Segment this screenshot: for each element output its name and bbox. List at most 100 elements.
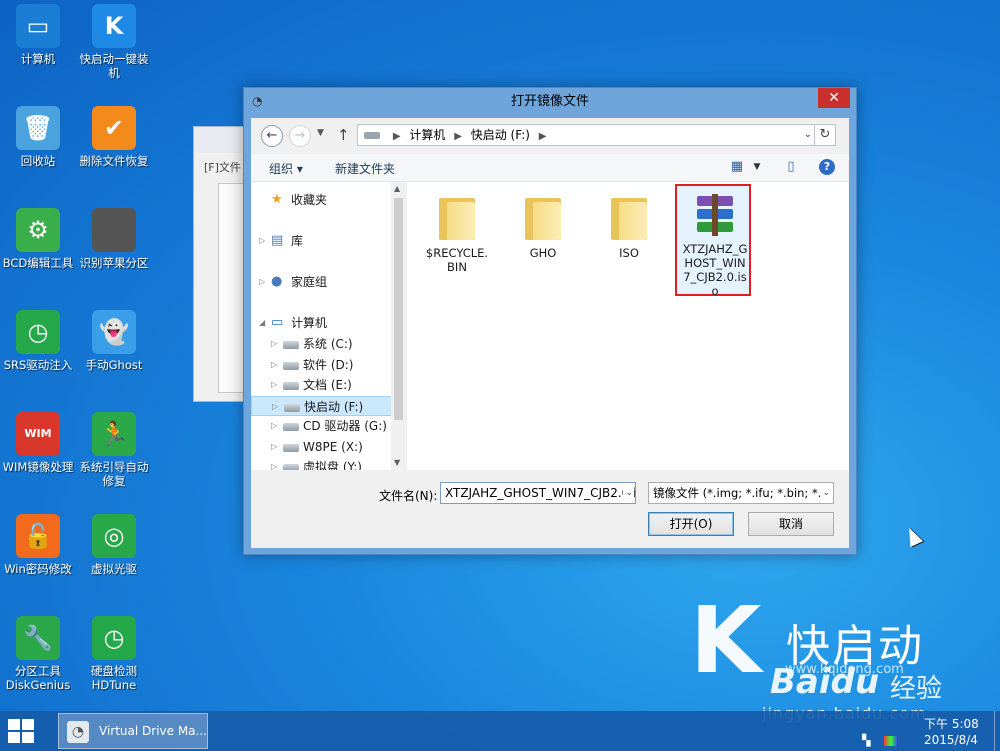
breadcrumb-drive-f[interactable]: 快启动 (F:) [471, 128, 530, 142]
forward-arrow-icon[interactable]: → [289, 125, 311, 147]
desktop-icon-label: BCD编辑工具 [2, 256, 74, 270]
file-item-2[interactable]: GHO [505, 188, 581, 260]
kqd-logo-k: K [690, 587, 762, 694]
file-item-1[interactable]: $RECYCLE.BIN [419, 188, 495, 274]
help-icon[interactable]: ? [819, 159, 835, 175]
file-item-3[interactable]: ISO [591, 188, 667, 260]
expand-arrow-icon[interactable]: ◢ [259, 313, 265, 333]
filetype-select[interactable]: 镜像文件 (*.img; *.ifu; *.bin; *. ⌄ [648, 482, 834, 504]
desktop-icon-14[interactable]: ◷ 硬盘检测HDTune [76, 616, 152, 692]
favorites-star-icon: ★ [271, 192, 283, 207]
expand-arrow-icon[interactable]: ▷ [272, 397, 278, 417]
expand-arrow-icon[interactable]: ▷ [271, 457, 277, 470]
desktop-icon-label: 计算机 [20, 52, 56, 66]
hdtune-icon: ◷ [92, 616, 136, 660]
expand-arrow-icon[interactable]: ▷ [271, 416, 277, 436]
clock-date[interactable]: 2015/8/4 [924, 733, 978, 747]
diskgenius-wrench-icon: 🔧 [16, 616, 60, 660]
address-row: ← → ▼ ↑ ▶ 计算机 ▶ 快启动 (F:) ▶ ⌄ ↻ [251, 118, 849, 154]
desktop-icon-13[interactable]: 🔧 分区工具DiskGenius [0, 616, 76, 692]
desktop-icon-label: WIM镜像处理 [2, 460, 74, 474]
drive-icon [284, 400, 300, 414]
desktop-icon-12[interactable]: ◎ 虚拟光驱 [76, 514, 152, 576]
nav-item-label: 文档 (E:) [303, 378, 352, 392]
windows-start-icon[interactable] [8, 719, 34, 743]
desktop-icon-9[interactable]: WIM WIM镜像处理 [0, 412, 76, 474]
expand-arrow-icon[interactable]: ▷ [259, 272, 265, 292]
desktop-icon-10[interactable]: 🏃 系统引导自动修复 [76, 412, 152, 488]
open-button[interactable]: 打开(O) [648, 512, 734, 536]
desktop-icon-3[interactable]: 🗑 回收站 [0, 106, 76, 168]
desktop-icon-4[interactable]: ✔ 删除文件恢复 [76, 106, 152, 168]
up-arrow-icon[interactable]: ↑ [337, 126, 350, 144]
wim-icon: WIM [16, 412, 60, 456]
baidu-logo: Baidu [770, 662, 880, 702]
scroll-down-icon[interactable]: ▼ [394, 458, 400, 467]
navigation-scrollbar[interactable]: ▲ ▼ [391, 182, 406, 470]
desktop-icon-11[interactable]: 🔓 Win密码修改 [0, 514, 76, 576]
expand-arrow-icon[interactable]: ▷ [271, 375, 277, 395]
filename-dropdown-chevron-icon[interactable]: ⌄ [623, 483, 633, 503]
nav-item-4[interactable]: ◢ ▭ 计算机 [251, 313, 405, 333]
background-window-tab[interactable]: [F]文件 [204, 159, 241, 175]
winrar-archive-icon [694, 194, 736, 236]
recent-locations-chevron-icon[interactable]: ▼ [317, 128, 324, 138]
nav-item-1[interactable]: ★ 收藏夹 [251, 190, 405, 210]
desktop-icon-8[interactable]: 👻 手动Ghost [76, 310, 152, 372]
nav-item-6[interactable]: ▷ 软件 (D:) [251, 355, 405, 375]
view-dropdown-chevron-icon[interactable]: ▼ [749, 159, 765, 175]
drive-icon [364, 132, 380, 139]
file-item-4[interactable]: XTZJAHZ_GHOST_WIN7_CJB2.0.iso [677, 188, 753, 298]
taskbar-virtual-drive[interactable]: ◔ Virtual Drive Ma... [58, 713, 208, 749]
expand-arrow-icon[interactable]: ▷ [259, 231, 265, 251]
view-mode-icon[interactable]: ▦ [729, 159, 745, 175]
close-button[interactable]: ✕ [818, 88, 850, 108]
scroll-up-icon[interactable]: ▲ [394, 184, 400, 193]
desktop-icon-label: 快启动一键装机 [79, 52, 149, 80]
desktop-icon-2[interactable]: K 快启动一键装机 [76, 4, 152, 80]
desktop-icon-7[interactable]: ◷ SRS驱动注入 [0, 310, 76, 372]
show-desktop-button[interactable] [994, 711, 1000, 751]
back-arrow-icon[interactable]: ← [261, 125, 283, 147]
new-folder-button[interactable]: 新建文件夹 [335, 160, 395, 177]
nav-item-3[interactable]: ▷ ● 家庭组 [251, 272, 405, 292]
desktop-icon-label: 系统引导自动修复 [79, 460, 149, 488]
address-history-chevron-icon[interactable]: ⌄ [804, 125, 812, 145]
desktop-icon-6[interactable]: 识别苹果分区 [76, 208, 152, 270]
nav-item-5[interactable]: ▷ 系统 (C:) [251, 334, 405, 354]
breadcrumb-computer[interactable]: 计算机 [409, 128, 445, 142]
clock-time[interactable]: 下午 5:08 [924, 715, 979, 732]
scrollbar-thumb[interactable] [394, 198, 403, 420]
srs-clock-icon: ◷ [16, 310, 60, 354]
filename-input[interactable]: XTZJAHZ_GHOST_WIN7_CJB2.0.iso ⌄ [440, 482, 636, 504]
refresh-icon[interactable]: ↻ [814, 124, 836, 146]
desktop-icon-5[interactable]: ⚙ BCD编辑工具 [0, 208, 76, 270]
nav-item-10[interactable]: ▷ W8PE (X:) [251, 437, 405, 457]
nav-item-9[interactable]: ▷ CD 驱动器 (G:) [251, 416, 405, 436]
display-icon[interactable] [884, 736, 898, 746]
folder-icon [439, 194, 475, 240]
drive-icon [283, 378, 299, 392]
nav-item-2[interactable]: ▷ ▤ 库 [251, 231, 405, 251]
filetype-dropdown-chevron-icon[interactable]: ⌄ [820, 483, 830, 503]
expand-arrow-icon[interactable]: ▷ [271, 437, 277, 457]
cancel-button[interactable]: 取消 [748, 512, 834, 536]
virtual-drive-app-icon: ◔ [67, 721, 89, 743]
computer-icon: ▭ [271, 315, 284, 330]
nav-item-8[interactable]: ▷ 快启动 (F:) [251, 396, 405, 416]
desktop-icon-label: 硬盘检测HDTune [91, 664, 137, 692]
network-icon[interactable]: ▚ [862, 735, 876, 747]
nav-item-11[interactable]: ▷ 虚拟盘 (Y:) [251, 457, 405, 470]
address-bar[interactable]: ▶ 计算机 ▶ 快启动 (F:) ▶ ⌄ [357, 124, 817, 146]
homegroup-icon: ● [271, 274, 283, 289]
nav-item-7[interactable]: ▷ 文档 (E:) [251, 375, 405, 395]
desktop-icon-1[interactable]: ▭ 计算机 [0, 4, 76, 66]
drive-icon [283, 337, 299, 351]
ghost-icon: 👻 [92, 310, 136, 354]
nav-item-label: 软件 (D:) [303, 358, 354, 372]
organize-button[interactable]: 组织 ▾ [269, 160, 303, 177]
expand-arrow-icon[interactable]: ▷ [271, 355, 277, 375]
preview-pane-icon[interactable]: ▯ [783, 159, 799, 175]
desktop-icon-label: Win密码修改 [4, 562, 72, 576]
expand-arrow-icon[interactable]: ▷ [271, 334, 277, 354]
